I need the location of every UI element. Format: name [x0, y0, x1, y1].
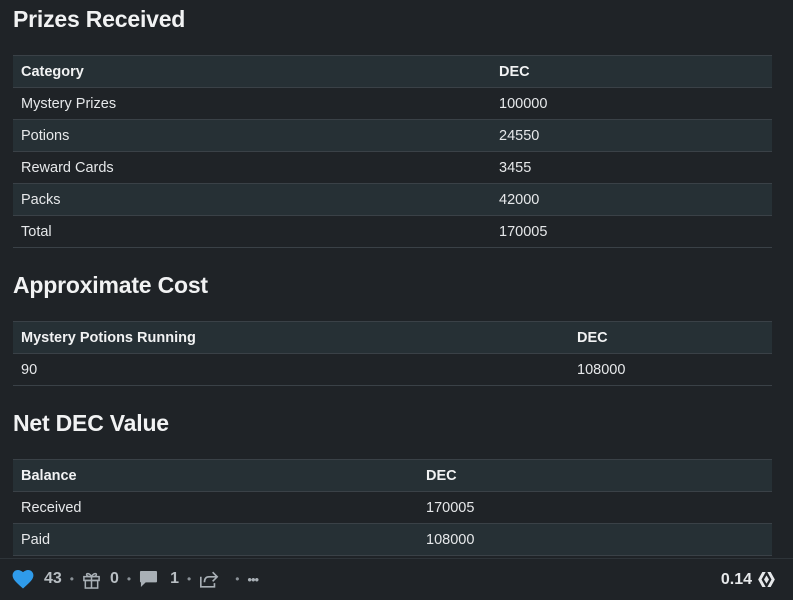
table-header-row: Mystery Potions Running DEC	[13, 321, 772, 354]
separator-dot: •	[187, 572, 192, 586]
table-cell: Received	[13, 491, 418, 524]
share-icon[interactable]	[199, 571, 219, 588]
table-row: Potions 24550	[13, 119, 772, 152]
table-header-row: Category DEC	[13, 55, 772, 88]
hive-icon	[758, 572, 775, 587]
prizes-received-table: Category DEC Mystery Prizes 100000 Potio…	[13, 55, 772, 248]
table-row: Received 170005	[13, 491, 772, 524]
column-header: DEC	[418, 459, 772, 492]
table-cell: 108000	[418, 523, 772, 556]
comment-icon[interactable]	[139, 570, 158, 588]
column-header: Mystery Potions Running	[13, 321, 569, 354]
table-row: Packs 42000	[13, 183, 772, 216]
net-dec-value-table: Balance DEC Received 170005 Paid 108000	[13, 459, 772, 556]
table-cell: 108000	[569, 353, 772, 386]
table-cell: 42000	[491, 183, 772, 216]
table-row: 90 108000	[13, 353, 772, 386]
section-title-net-dec-value: Net DEC Value	[13, 410, 169, 436]
separator-dot: •	[126, 572, 132, 586]
table-header-row: Balance DEC	[13, 459, 772, 492]
table-cell: Packs	[13, 183, 491, 216]
post-content: Prizes Received Category DEC Mystery Pri…	[0, 0, 793, 558]
column-header: DEC	[569, 321, 772, 354]
comment-count[interactable]: 1	[170, 570, 179, 588]
table-cell: Reward Cards	[13, 151, 491, 184]
table-cell: 24550	[491, 119, 772, 152]
separator-dot: •	[69, 572, 74, 586]
table-cell: Paid	[13, 523, 418, 556]
table-cell: 170005	[418, 491, 772, 524]
approximate-cost-table: Mystery Potions Running DEC 90 108000	[13, 321, 772, 386]
payout-amount: 0.14	[720, 570, 752, 588]
gift-icon[interactable]	[82, 570, 101, 589]
heart-icon[interactable]	[12, 569, 34, 589]
post-action-bar: 43 • 0 • 1 • • ••• 0.14	[0, 558, 793, 599]
more-icon[interactable]: •••	[247, 572, 259, 587]
column-header: Balance	[13, 459, 418, 492]
table-cell: Potions	[13, 119, 491, 152]
table-cell: 90	[13, 353, 569, 386]
section-title-prizes-received: Prizes Received	[13, 6, 186, 32]
column-header: DEC	[491, 55, 772, 88]
gift-count[interactable]: 0	[110, 570, 119, 588]
table-row: Total 170005	[13, 215, 772, 248]
payout-value[interactable]: 0.14	[721, 559, 775, 600]
table-cell: 3455	[491, 151, 772, 184]
column-header: Category	[13, 55, 491, 88]
table-cell: Total	[13, 215, 491, 248]
table-cell: 170005	[491, 215, 772, 248]
table-cell: Mystery Prizes	[13, 87, 491, 120]
table-cell: 100000	[491, 87, 772, 120]
table-row: Mystery Prizes 100000	[13, 87, 772, 120]
section-title-approximate-cost: Approximate Cost	[13, 272, 208, 298]
table-row: Paid 108000	[13, 523, 772, 556]
separator-dot: •	[235, 572, 240, 586]
vote-count[interactable]: 43	[44, 570, 62, 588]
table-row: Reward Cards 3455	[13, 151, 772, 184]
